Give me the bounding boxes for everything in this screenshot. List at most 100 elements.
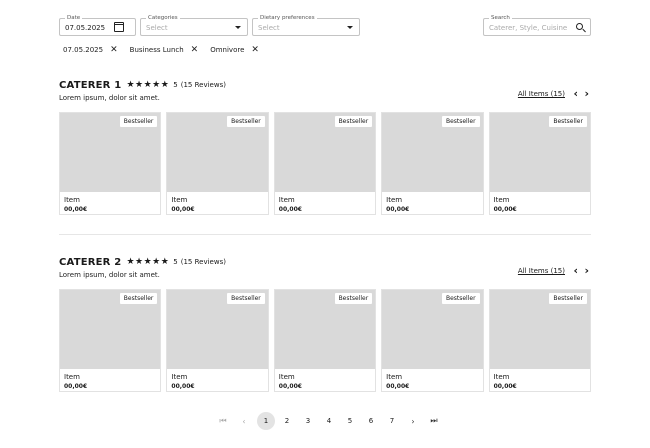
chevron-left-icon[interactable]: ‹ <box>573 88 578 99</box>
calendar-icon[interactable] <box>114 22 124 32</box>
page-button[interactable]: 3 <box>298 412 318 430</box>
prev-page-icon[interactable]: ‹ <box>234 412 254 430</box>
item-card[interactable]: Bestseller Item 00,00€ <box>381 289 484 392</box>
bestseller-badge: Bestseller <box>119 293 158 304</box>
item-card[interactable]: Bestseller Item 00,00€ <box>488 112 591 215</box>
search-input[interactable]: Search Caterer, Style, Cuisine <box>483 14 591 36</box>
search-icon[interactable] <box>576 23 583 30</box>
active-filter-chips: 07.05.2025 ✕ Business Lunch ✕ Omnivore ✕ <box>59 43 263 57</box>
chevron-right-icon[interactable]: › <box>584 265 589 276</box>
caterer-header: CATERER 2 ★★★★★ 5 (15 Reviews) <box>59 255 226 269</box>
item-card[interactable]: Bestseller Item 00,00€ <box>488 289 591 392</box>
chevron-right-icon[interactable]: › <box>584 88 589 99</box>
item-price: 00,00€ <box>386 206 410 213</box>
item-image: Bestseller <box>60 290 161 369</box>
bestseller-badge: Bestseller <box>227 116 265 127</box>
chip-label: Omnivore <box>210 46 245 54</box>
item-image: Bestseller <box>382 113 483 192</box>
item-price: 00,00€ <box>493 383 517 390</box>
rating-summary: 5 (15 Reviews) <box>173 81 226 89</box>
item-card[interactable]: Bestseller Item 00,00€ <box>166 289 269 392</box>
filter-chip: Omnivore ✕ <box>206 43 263 57</box>
item-name: Item <box>278 373 295 381</box>
close-icon[interactable]: ✕ <box>191 45 199 55</box>
item-name: Item <box>64 373 80 381</box>
item-carousel: Bestseller Item 00,00€ Bestseller Item 00,00… <box>59 289 591 392</box>
item-image: Bestseller <box>274 113 376 192</box>
bestseller-badge: Bestseller <box>227 293 265 304</box>
bestseller-badge: Bestseller <box>119 116 158 127</box>
item-price: 00,00€ <box>64 206 88 213</box>
item-card[interactable]: Bestseller Item 00,00€ <box>381 112 484 215</box>
last-page-icon[interactable]: ⏭ <box>424 412 444 430</box>
bestseller-badge: Bestseller <box>334 116 373 127</box>
categories-select[interactable]: Categories Select <box>140 14 248 36</box>
item-price: 00,00€ <box>64 383 88 390</box>
item-image: Bestseller <box>489 113 590 192</box>
review-count: (15 Reviews) <box>180 258 226 266</box>
item-carousel: Bestseller Item 00,00€ Bestseller Item 00,00… <box>59 112 591 215</box>
item-card[interactable]: Bestseller Item 00,00€ <box>166 112 269 215</box>
item-name: Item <box>386 196 403 204</box>
rating-summary: 5 (15 Reviews) <box>173 258 226 266</box>
item-card[interactable]: Bestseller Item 00,00€ <box>59 289 162 392</box>
item-card[interactable]: Bestseller Item 00,00€ <box>273 112 377 215</box>
chip-label: Business Lunch <box>129 46 184 54</box>
item-name: Item <box>493 196 510 204</box>
all-items-link[interactable]: All Items (15) <box>518 267 565 275</box>
item-price: 00,00€ <box>171 206 195 213</box>
page-button[interactable]: 7 <box>382 412 402 430</box>
chevron-down-icon[interactable] <box>347 26 353 29</box>
page-button[interactable]: 4 <box>319 412 339 430</box>
item-price: 00,00€ <box>278 206 302 213</box>
bestseller-badge: Bestseller <box>549 116 587 127</box>
search-label: Search <box>489 14 512 22</box>
first-page-icon[interactable]: ⏮ <box>213 412 233 430</box>
next-page-icon[interactable]: › <box>403 412 423 430</box>
page-button[interactable]: 2 <box>277 412 297 430</box>
close-icon[interactable]: ✕ <box>251 45 259 55</box>
caterer-section: CATERER 2 ★★★★★ 5 (15 Reviews) Lorem ipsu… <box>59 255 591 395</box>
page-button[interactable]: 6 <box>361 412 381 430</box>
all-items-link[interactable]: All Items (15) <box>518 90 565 98</box>
item-name: Item <box>171 373 188 381</box>
caterer-description: Lorem ipsum, dolor sit amet. <box>59 271 160 279</box>
dietary-placeholder: Select <box>258 24 280 32</box>
star-rating-icon: ★★★★★ <box>126 80 170 90</box>
item-price: 00,00€ <box>278 383 302 390</box>
dietary-select[interactable]: Dietary preferences Select <box>252 14 360 36</box>
bestseller-badge: Bestseller <box>441 116 480 127</box>
item-image: Bestseller <box>489 290 590 369</box>
item-image: Bestseller <box>60 113 161 192</box>
date-label: Date <box>65 14 83 22</box>
item-card[interactable]: Bestseller Item 00,00€ <box>273 289 377 392</box>
item-card[interactable]: Bestseller Item 00,00€ <box>59 112 162 215</box>
item-name: Item <box>278 196 295 204</box>
date-value[interactable]: 07.05.2025 <box>65 23 105 33</box>
caterer-name[interactable]: CATERER 2 <box>59 257 121 268</box>
chip-label: 07.05.2025 <box>63 46 104 54</box>
item-image: Bestseller <box>167 113 268 192</box>
star-rating-icon: ★★★★★ <box>126 257 170 267</box>
caterer-header: CATERER 1 ★★★★★ 5 (15 Reviews) <box>59 78 226 92</box>
bestseller-badge: Bestseller <box>441 293 480 304</box>
item-price: 00,00€ <box>386 383 410 390</box>
page-button[interactable]: 5 <box>340 412 360 430</box>
categories-placeholder: Select <box>146 24 168 32</box>
rating-value: 5 <box>173 81 178 89</box>
caterer-description: Lorem ipsum, dolor sit amet. <box>59 94 160 102</box>
item-image: Bestseller <box>274 290 376 369</box>
close-icon[interactable]: ✕ <box>110 45 118 55</box>
filter-chip: Business Lunch ✕ <box>126 43 203 57</box>
chevron-down-icon[interactable] <box>235 26 241 29</box>
date-field[interactable]: Date 07.05.2025 <box>59 14 136 36</box>
item-name: Item <box>64 196 80 204</box>
review-count: (15 Reviews) <box>180 81 226 89</box>
item-price: 00,00€ <box>493 206 517 213</box>
caterer-name[interactable]: CATERER 1 <box>59 80 121 91</box>
chevron-left-icon[interactable]: ‹ <box>573 265 578 276</box>
search-placeholder[interactable]: Caterer, Style, Cuisine <box>489 23 567 33</box>
item-name: Item <box>171 196 188 204</box>
page-button-current[interactable]: 1 <box>257 412 275 430</box>
item-name: Item <box>493 373 510 381</box>
